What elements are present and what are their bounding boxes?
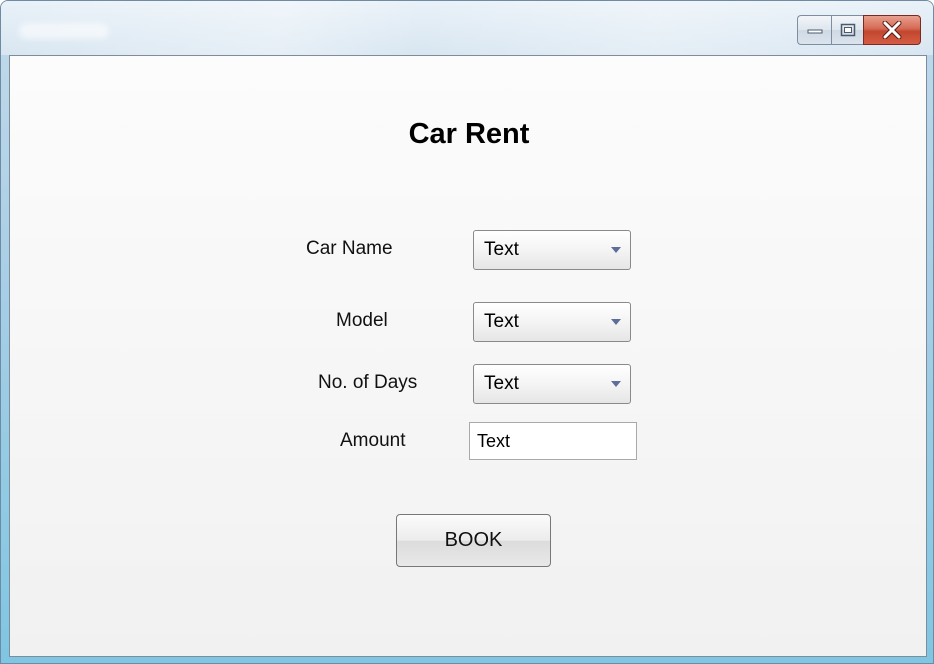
model-combobox[interactable]: Text xyxy=(473,302,631,342)
page-title: Car Rent xyxy=(408,118,530,150)
model-label: Model xyxy=(336,310,388,331)
minimize-icon xyxy=(807,29,822,34)
window-title xyxy=(19,23,109,39)
amount-field[interactable] xyxy=(469,422,637,460)
model-value: Text xyxy=(484,311,519,332)
chevron-down-icon[interactable] xyxy=(602,231,630,269)
maximize-button[interactable] xyxy=(831,15,863,45)
form-panel: Car Rent Car Name Text Model Text No. of… xyxy=(9,55,927,657)
maximize-icon xyxy=(840,23,855,37)
book-button[interactable]: BOOK xyxy=(396,514,551,567)
close-button[interactable] xyxy=(863,15,921,45)
close-icon xyxy=(882,21,902,39)
title-bar[interactable] xyxy=(1,1,933,55)
days-combobox[interactable]: Text xyxy=(473,364,631,404)
minimize-button[interactable] xyxy=(797,15,831,45)
car-name-label: Car Name xyxy=(306,238,393,259)
car-name-combobox[interactable]: Text xyxy=(473,230,631,270)
amount-label: Amount xyxy=(340,430,406,451)
chevron-down-icon[interactable] xyxy=(602,365,630,403)
car-name-value: Text xyxy=(484,239,519,260)
chevron-down-icon[interactable] xyxy=(602,303,630,341)
app-window: Car Rent Car Name Text Model Text No. of… xyxy=(0,0,934,664)
caption-buttons xyxy=(797,15,921,45)
days-label: No. of Days xyxy=(318,372,418,393)
days-value: Text xyxy=(484,373,519,394)
